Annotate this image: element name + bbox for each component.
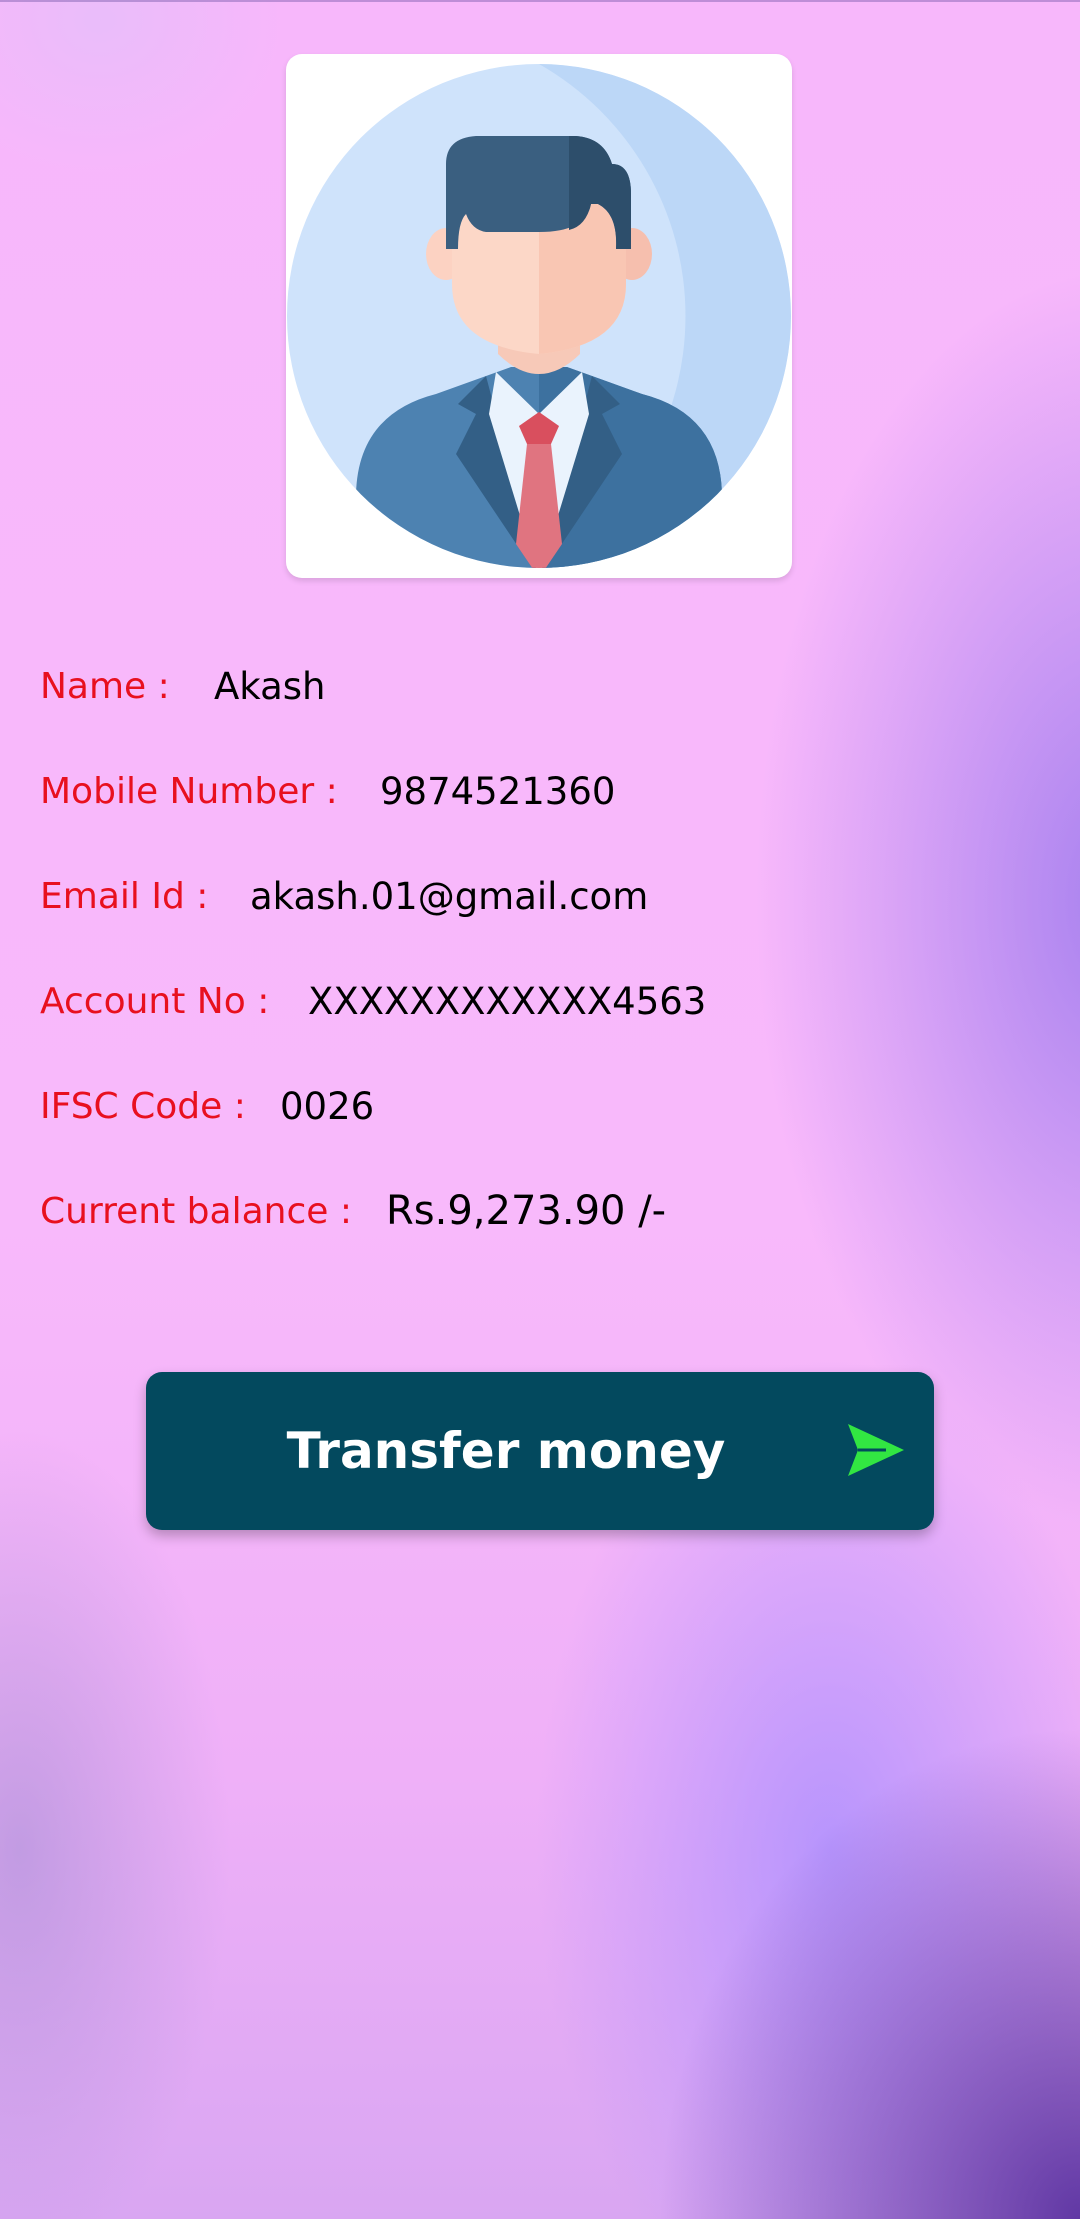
send-arrow-icon [848, 1424, 904, 1476]
transfer-money-button[interactable]: Transfer money [146, 1372, 934, 1530]
current-balance-label: Current balance : [40, 1190, 352, 1232]
name-label: Name : [40, 665, 170, 707]
name-value: Akash [214, 664, 326, 708]
ifsc-code-value: 0026 [280, 1084, 375, 1128]
name-row: Name : Akash [40, 656, 326, 716]
email-label: Email Id : [40, 875, 209, 917]
current-balance-value: Rs.9,273.90 /- [386, 1188, 667, 1234]
email-row: Email Id : akash.01@gmail.com [40, 866, 648, 926]
transfer-money-label: Transfer money [286, 1422, 726, 1480]
current-balance-row: Current balance : Rs.9,273.90 /- [40, 1181, 666, 1241]
account-number-row: Account No : XXXXXXXXXXXX4563 [40, 971, 706, 1031]
mobile-number-row: Mobile Number : 9874521360 [40, 761, 615, 821]
mobile-number-value: 9874521360 [380, 769, 616, 813]
account-number-label: Account No : [40, 980, 270, 1022]
mobile-number-label: Mobile Number : [40, 770, 338, 812]
profile-avatar-card [286, 54, 792, 578]
status-divider [0, 0, 1080, 2]
businessman-avatar-icon [287, 64, 791, 568]
email-value: akash.01@gmail.com [250, 874, 649, 918]
ifsc-code-label: IFSC Code : [40, 1085, 246, 1127]
account-number-value: XXXXXXXXXXXX4563 [308, 979, 707, 1023]
ifsc-code-row: IFSC Code : 0026 [40, 1076, 374, 1136]
